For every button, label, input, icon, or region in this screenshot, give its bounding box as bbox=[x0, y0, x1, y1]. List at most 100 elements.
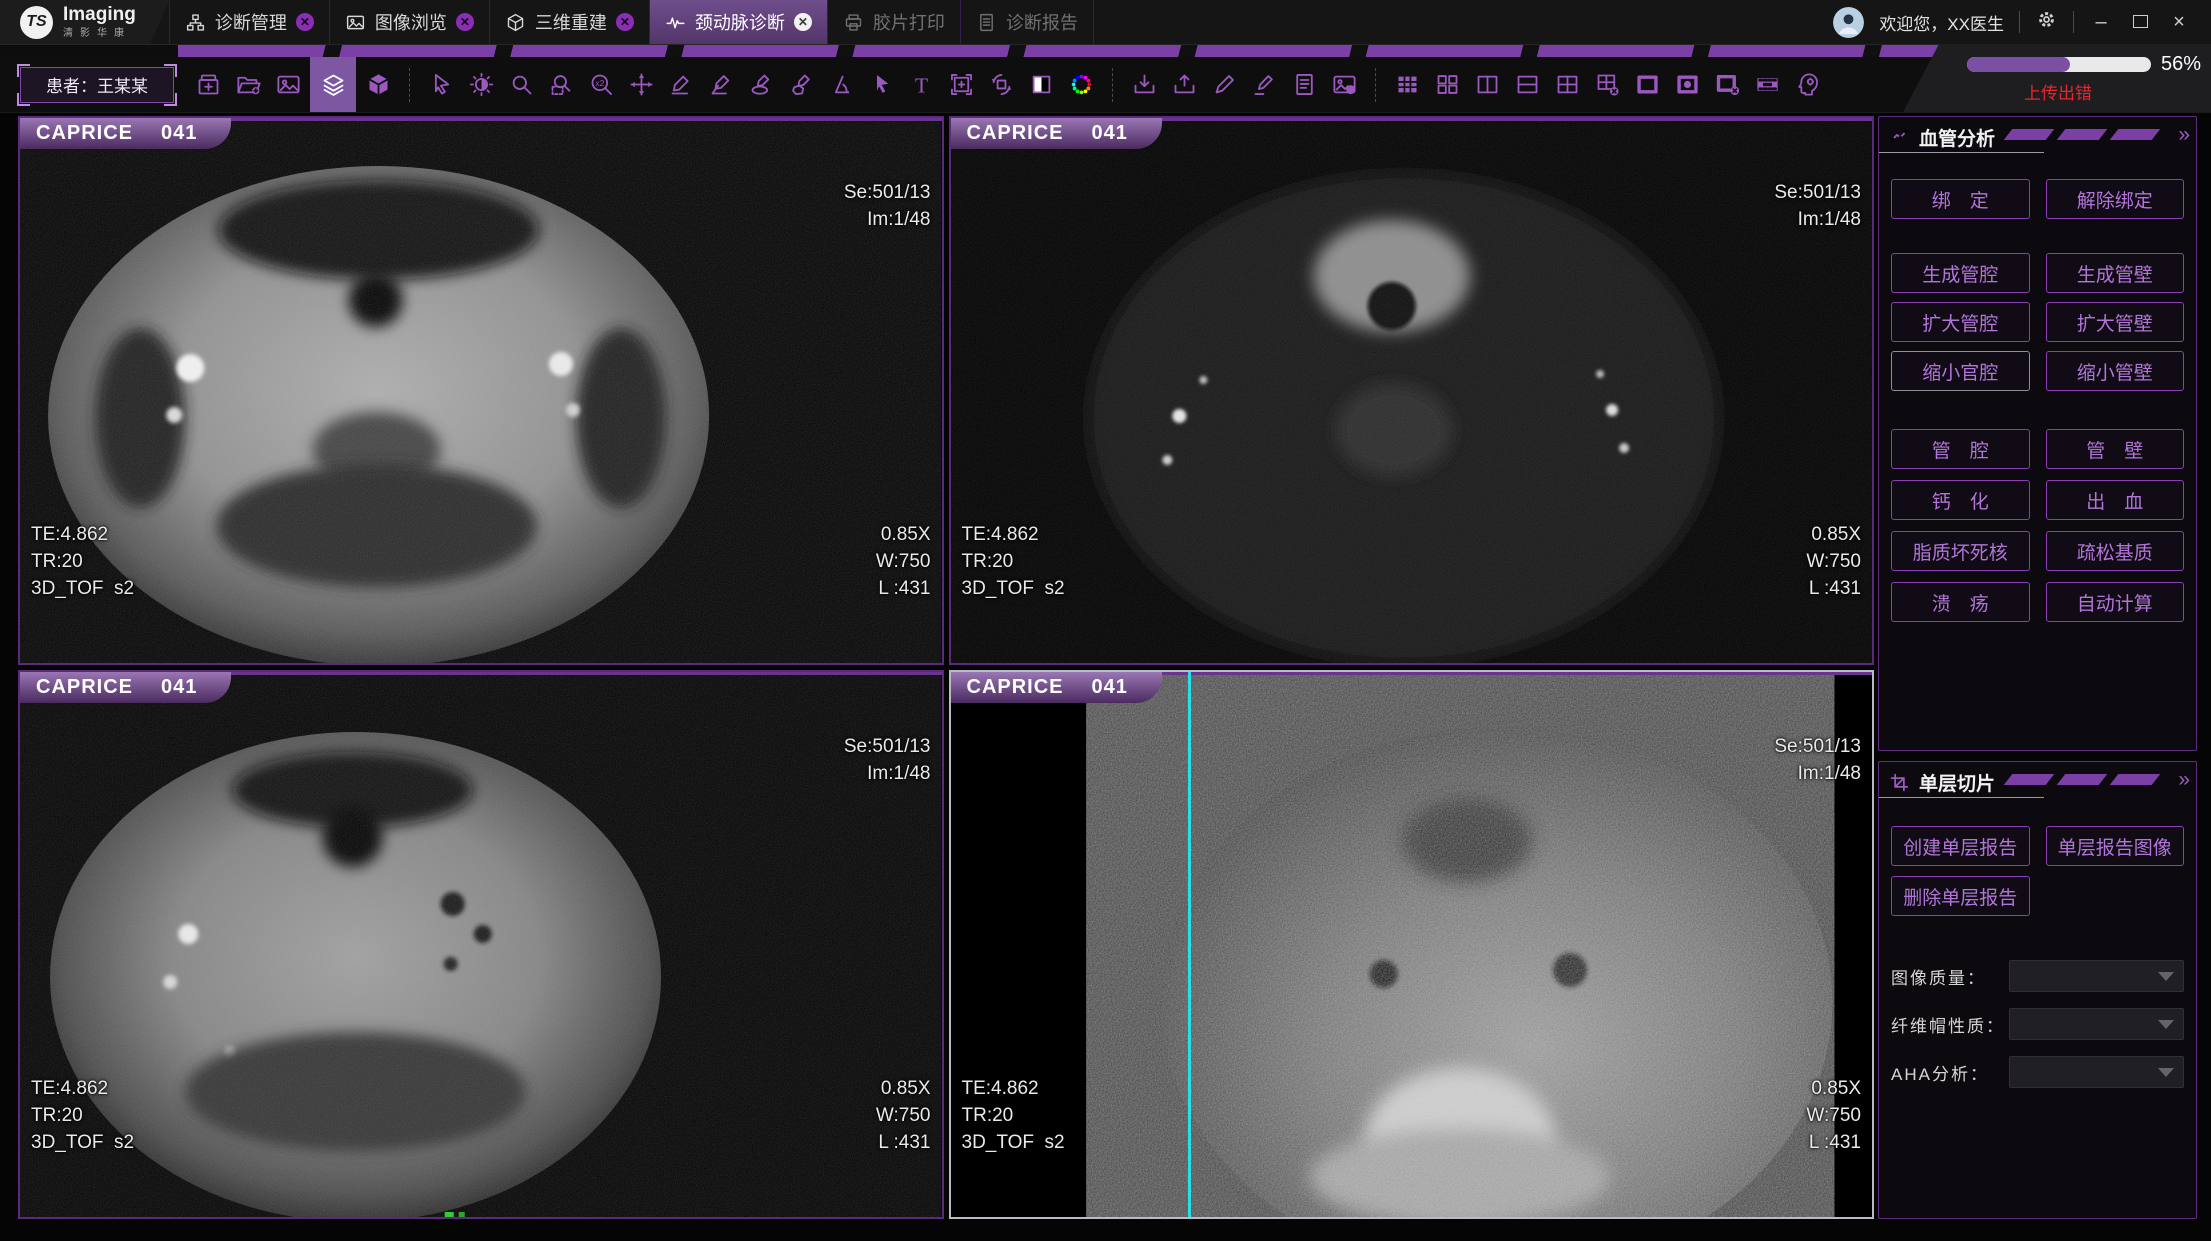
new-study-button[interactable] bbox=[190, 63, 226, 107]
text-annotation-button[interactable]: T bbox=[903, 63, 939, 107]
overlay-display-info: 0.85XW:750L :431 bbox=[876, 1021, 931, 1210]
rotate-button[interactable] bbox=[983, 63, 1019, 107]
mri-axial-image bbox=[20, 118, 942, 663]
maximize-button[interactable] bbox=[2128, 12, 2152, 32]
main-tabs: 诊断管理 ✕ 图像浏览 ✕ 三维重建 ✕ 颈动脉诊断 ✕ 胶片打印 诊断报告 bbox=[170, 0, 1094, 44]
layout-single-circle-button[interactable] bbox=[1669, 63, 1705, 107]
viewport-bottom-left[interactable]: CAPRICE041 Se:501/13Im:1/48 TE:4.862TR:2… bbox=[18, 670, 944, 1219]
invert-button[interactable] bbox=[1023, 63, 1059, 107]
close-button[interactable]: × bbox=[2167, 12, 2191, 32]
layout-split-vertical-button[interactable] bbox=[1469, 63, 1505, 107]
crop-slice-icon bbox=[1889, 772, 1910, 793]
tab-recon-3d[interactable]: 三维重建 ✕ bbox=[489, 0, 650, 44]
layout-remove-button[interactable] bbox=[1589, 63, 1625, 107]
viewport-bottom-right[interactable]: CAPRICE041 Se:501/13Im:1/48 TE:4.862TR:2… bbox=[949, 670, 1875, 1219]
view-3d-button[interactable] bbox=[360, 63, 396, 107]
crosshair-reference-line[interactable] bbox=[1188, 672, 1191, 1217]
close-tab-icon[interactable]: ✕ bbox=[794, 13, 812, 31]
overlay-series-info: Se:501/13Im:1/48 bbox=[1774, 679, 1861, 841]
overlay-series-info: Se:501/13Im:1/48 bbox=[844, 679, 931, 841]
ai-assist-button[interactable] bbox=[1789, 63, 1825, 107]
angle-button[interactable] bbox=[823, 63, 859, 107]
measure-ellipse-button[interactable] bbox=[743, 63, 779, 107]
layout-split-horizontal-button[interactable] bbox=[1509, 63, 1545, 107]
waveform-icon bbox=[665, 12, 686, 33]
unbind-button[interactable]: 解除绑定 bbox=[2046, 179, 2185, 219]
user-avatar[interactable] bbox=[1833, 7, 1864, 38]
upload-button[interactable] bbox=[1166, 63, 1202, 107]
bind-button[interactable]: 绑 定 bbox=[1891, 179, 2030, 219]
draw-pen-button[interactable] bbox=[1206, 63, 1242, 107]
tab-image-browse[interactable]: 图像浏览 ✕ bbox=[329, 0, 490, 44]
measure-freehand-button[interactable] bbox=[783, 63, 819, 107]
lipid-necrotic-core-button[interactable]: 脂质坏死核 bbox=[1891, 531, 2030, 571]
upload-status-text[interactable]: 上传出错 bbox=[1967, 79, 2201, 104]
viewport-top-right[interactable]: CAPRICE041 Se:501/13Im:1/48 TE:4.862TR:2… bbox=[949, 116, 1875, 665]
hemorrhage-button[interactable]: 出 血 bbox=[2046, 480, 2185, 520]
panel-collapse-icon[interactable]: » bbox=[2178, 768, 2187, 792]
layout-single-button[interactable] bbox=[1629, 63, 1665, 107]
zoom-2x-button[interactable]: x2 bbox=[583, 63, 619, 107]
pan-button[interactable] bbox=[623, 63, 659, 107]
key-image-button[interactable] bbox=[1326, 63, 1362, 107]
roi-box-button[interactable] bbox=[943, 63, 979, 107]
cursor-button[interactable] bbox=[423, 63, 459, 107]
auto-calculate-button[interactable]: 自动计算 bbox=[2046, 582, 2185, 622]
tab-diagnosis-report[interactable]: 诊断报告 bbox=[960, 0, 1094, 44]
tab-film-print[interactable]: 胶片打印 bbox=[827, 0, 961, 44]
report-icon bbox=[1291, 71, 1318, 98]
app-logo: TS Imaging 清影华康 bbox=[0, 0, 170, 44]
close-tab-icon[interactable]: ✕ bbox=[456, 13, 474, 31]
patient-selector[interactable]: 患者：王某某 bbox=[20, 67, 174, 103]
report-button[interactable] bbox=[1286, 63, 1322, 107]
zoom-region-button[interactable] bbox=[543, 63, 579, 107]
tab-diagnosis-management[interactable]: 诊断管理 ✕ bbox=[169, 0, 330, 44]
series-banner: CAPRICE041 bbox=[20, 118, 231, 149]
wall-button[interactable]: 管 壁 bbox=[2046, 429, 2185, 469]
draw-pen-line-button[interactable] bbox=[1246, 63, 1282, 107]
fibrous-cap-select[interactable] bbox=[2009, 1008, 2184, 1040]
window-level-button[interactable] bbox=[463, 63, 499, 107]
image-quality-select[interactable] bbox=[2009, 960, 2184, 992]
toolbar: 患者：王某某 x2 T bbox=[0, 57, 2211, 113]
measure-angle-button[interactable] bbox=[703, 63, 739, 107]
download-button[interactable] bbox=[1126, 63, 1162, 107]
enlarge-lumen-button[interactable]: 扩大管腔 bbox=[1891, 302, 2030, 342]
brand-name: Imaging bbox=[63, 5, 136, 26]
ulcer-button[interactable]: 溃 疡 bbox=[1891, 582, 2030, 622]
layout-quad-small-button[interactable] bbox=[1429, 63, 1465, 107]
slice-report-image-button[interactable]: 单层报告图像 bbox=[2046, 826, 2185, 866]
loose-matrix-button[interactable]: 疏松基质 bbox=[2046, 531, 2185, 571]
zoom-button[interactable] bbox=[503, 63, 539, 107]
create-slice-report-button[interactable]: 创建单层报告 bbox=[1891, 826, 2030, 866]
delete-slice-report-button[interactable]: 删除单层报告 bbox=[1891, 876, 2030, 916]
aha-analysis-select[interactable] bbox=[2009, 1056, 2184, 1088]
layout-grid-button[interactable] bbox=[1389, 63, 1425, 107]
panel-collapse-icon[interactable]: » bbox=[2178, 123, 2187, 147]
pointer-button[interactable] bbox=[863, 63, 899, 107]
settings-button[interactable] bbox=[2035, 8, 2058, 36]
calcification-button[interactable]: 钙 化 bbox=[1891, 480, 2030, 520]
import-image-button[interactable] bbox=[270, 63, 306, 107]
lumen-button[interactable]: 管 腔 bbox=[1891, 429, 2030, 469]
shrink-wall-button[interactable]: 缩小管壁 bbox=[2046, 351, 2185, 391]
close-tab-icon[interactable]: ✕ bbox=[616, 13, 634, 31]
layer-mode-button[interactable] bbox=[310, 57, 356, 112]
series-banner: CAPRICE041 bbox=[951, 118, 1162, 149]
shrink-lumen-button[interactable]: 缩小官腔 bbox=[1891, 351, 2030, 391]
layout-quad-button[interactable] bbox=[1549, 63, 1585, 107]
generate-wall-button[interactable]: 生成管壁 bbox=[2046, 253, 2185, 293]
measure-line-button[interactable] bbox=[663, 63, 699, 107]
overlay-display-info: 0.85XW:750L :431 bbox=[1806, 1021, 1861, 1210]
close-tab-icon[interactable]: ✕ bbox=[296, 13, 314, 31]
minimize-button[interactable]: – bbox=[2089, 12, 2113, 32]
enlarge-wall-button[interactable]: 扩大管壁 bbox=[2046, 302, 2185, 342]
layout-single-remove-button[interactable] bbox=[1709, 63, 1745, 107]
tab-carotid-diagnosis[interactable]: 颈动脉诊断 ✕ bbox=[649, 0, 828, 44]
filmstrip-button[interactable] bbox=[1749, 63, 1785, 107]
viewport-top-left[interactable]: CAPRICE041 Se:501/13Im:1/48 TE:4.862TR:2… bbox=[18, 116, 944, 665]
pseudo-color-button[interactable] bbox=[1063, 63, 1099, 107]
generate-lumen-button[interactable]: 生成管腔 bbox=[1891, 253, 2030, 293]
open-study-button[interactable] bbox=[230, 63, 266, 107]
title-bar: TS Imaging 清影华康 诊断管理 ✕ 图像浏览 ✕ 三维重建 ✕ 颈动脉… bbox=[0, 0, 2211, 44]
